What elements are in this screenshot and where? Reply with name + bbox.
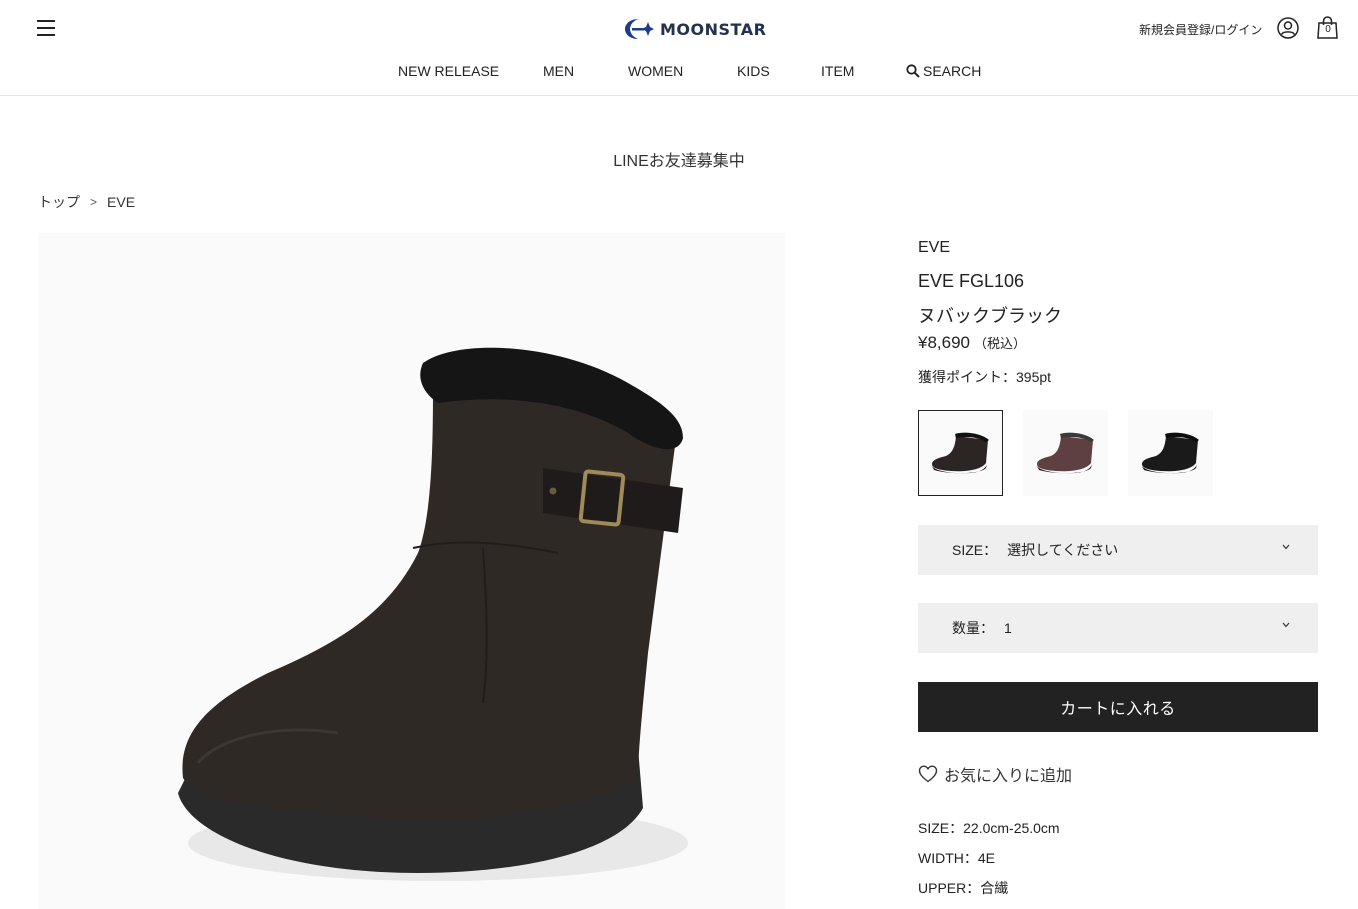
- chevron-down-icon: [1282, 622, 1290, 628]
- product-name: EVE FGL106: [918, 271, 1025, 291]
- moonstar-logo-mark-icon: [625, 19, 654, 39]
- reward-points: 獲得ポイント：395pt: [918, 369, 1052, 385]
- boot-illustration: [178, 347, 688, 881]
- spec-upper: UPPER：合繊: [918, 880, 1009, 896]
- color-swatches: [918, 410, 1213, 496]
- nav-kids[interactable]: KIDS: [737, 63, 770, 79]
- tax-note: （税込）: [974, 336, 1027, 351]
- search-icon: [906, 64, 920, 78]
- size-select[interactable]: SIZE： 選択してください: [918, 525, 1318, 575]
- line-friends-banner[interactable]: LINEお友達募集中: [0, 147, 1358, 171]
- product-main-image[interactable]: [38, 233, 785, 909]
- moonstar-logo[interactable]: MOONSTAR: [624, 16, 766, 42]
- quantity-select-value: 1: [1004, 620, 1012, 636]
- breadcrumb: トップ > EVE: [38, 192, 135, 212]
- heart-icon: [918, 765, 938, 783]
- add-to-cart-button[interactable]: カートに入れる: [918, 682, 1318, 732]
- swatch-boot-thumbnail: [1141, 432, 1199, 474]
- swatch-black-suede[interactable]: [918, 410, 1003, 496]
- site-header: MOONSTAR 新規会員登録/ログイン 0 NEW RELEASE MEN W…: [0, 0, 1358, 96]
- swatch-boot-thumbnail: [931, 432, 989, 474]
- quantity-select[interactable]: 数量： 1: [918, 603, 1318, 653]
- hamburger-menu-icon[interactable]: [37, 20, 55, 36]
- favorite-label: お気に入りに追加: [944, 768, 1073, 785]
- chevron-down-icon: [1282, 544, 1290, 550]
- product-brand: EVE: [918, 239, 951, 256]
- product-color-name: ヌバックブラック: [918, 306, 1062, 326]
- cart-count-badge: 0: [1325, 24, 1331, 35]
- add-to-favorites-button[interactable]: お気に入りに追加: [918, 762, 1072, 786]
- spec-size: SIZE：22.0cm-25.0cm: [918, 820, 1060, 836]
- price-value: ¥8,690: [918, 333, 970, 352]
- nav-search-label: SEARCH: [923, 63, 982, 79]
- main-navigation: NEW RELEASE MEN WOMEN KIDS ITEM SEARCH: [0, 63, 1358, 83]
- swatch-boot-thumbnail: [1036, 432, 1094, 474]
- nav-search[interactable]: SEARCH: [906, 63, 981, 79]
- register-login-link[interactable]: 新規会員登録/ログイン: [1139, 21, 1262, 38]
- nav-men[interactable]: MEN: [543, 63, 574, 79]
- breadcrumb-eve[interactable]: EVE: [107, 194, 135, 210]
- nav-women[interactable]: WOMEN: [628, 63, 683, 79]
- nav-new-release[interactable]: NEW RELEASE: [398, 63, 499, 79]
- quantity-select-label: 数量：: [952, 620, 994, 636]
- breadcrumb-separator: >: [90, 195, 98, 209]
- product-price: ¥8,690 （税込）: [918, 333, 1026, 353]
- size-select-label: SIZE：: [952, 542, 998, 558]
- nav-item[interactable]: ITEM: [821, 63, 854, 79]
- spec-width: WIDTH：4E: [918, 850, 995, 866]
- breadcrumb-top[interactable]: トップ: [38, 192, 80, 212]
- user-account-icon[interactable]: [1277, 17, 1299, 39]
- swatch-black-leather[interactable]: [1128, 410, 1213, 496]
- swatch-burgundy[interactable]: [1023, 410, 1108, 496]
- logo-text: MOONSTAR: [660, 19, 767, 39]
- size-select-value: 選択してください: [1007, 542, 1119, 558]
